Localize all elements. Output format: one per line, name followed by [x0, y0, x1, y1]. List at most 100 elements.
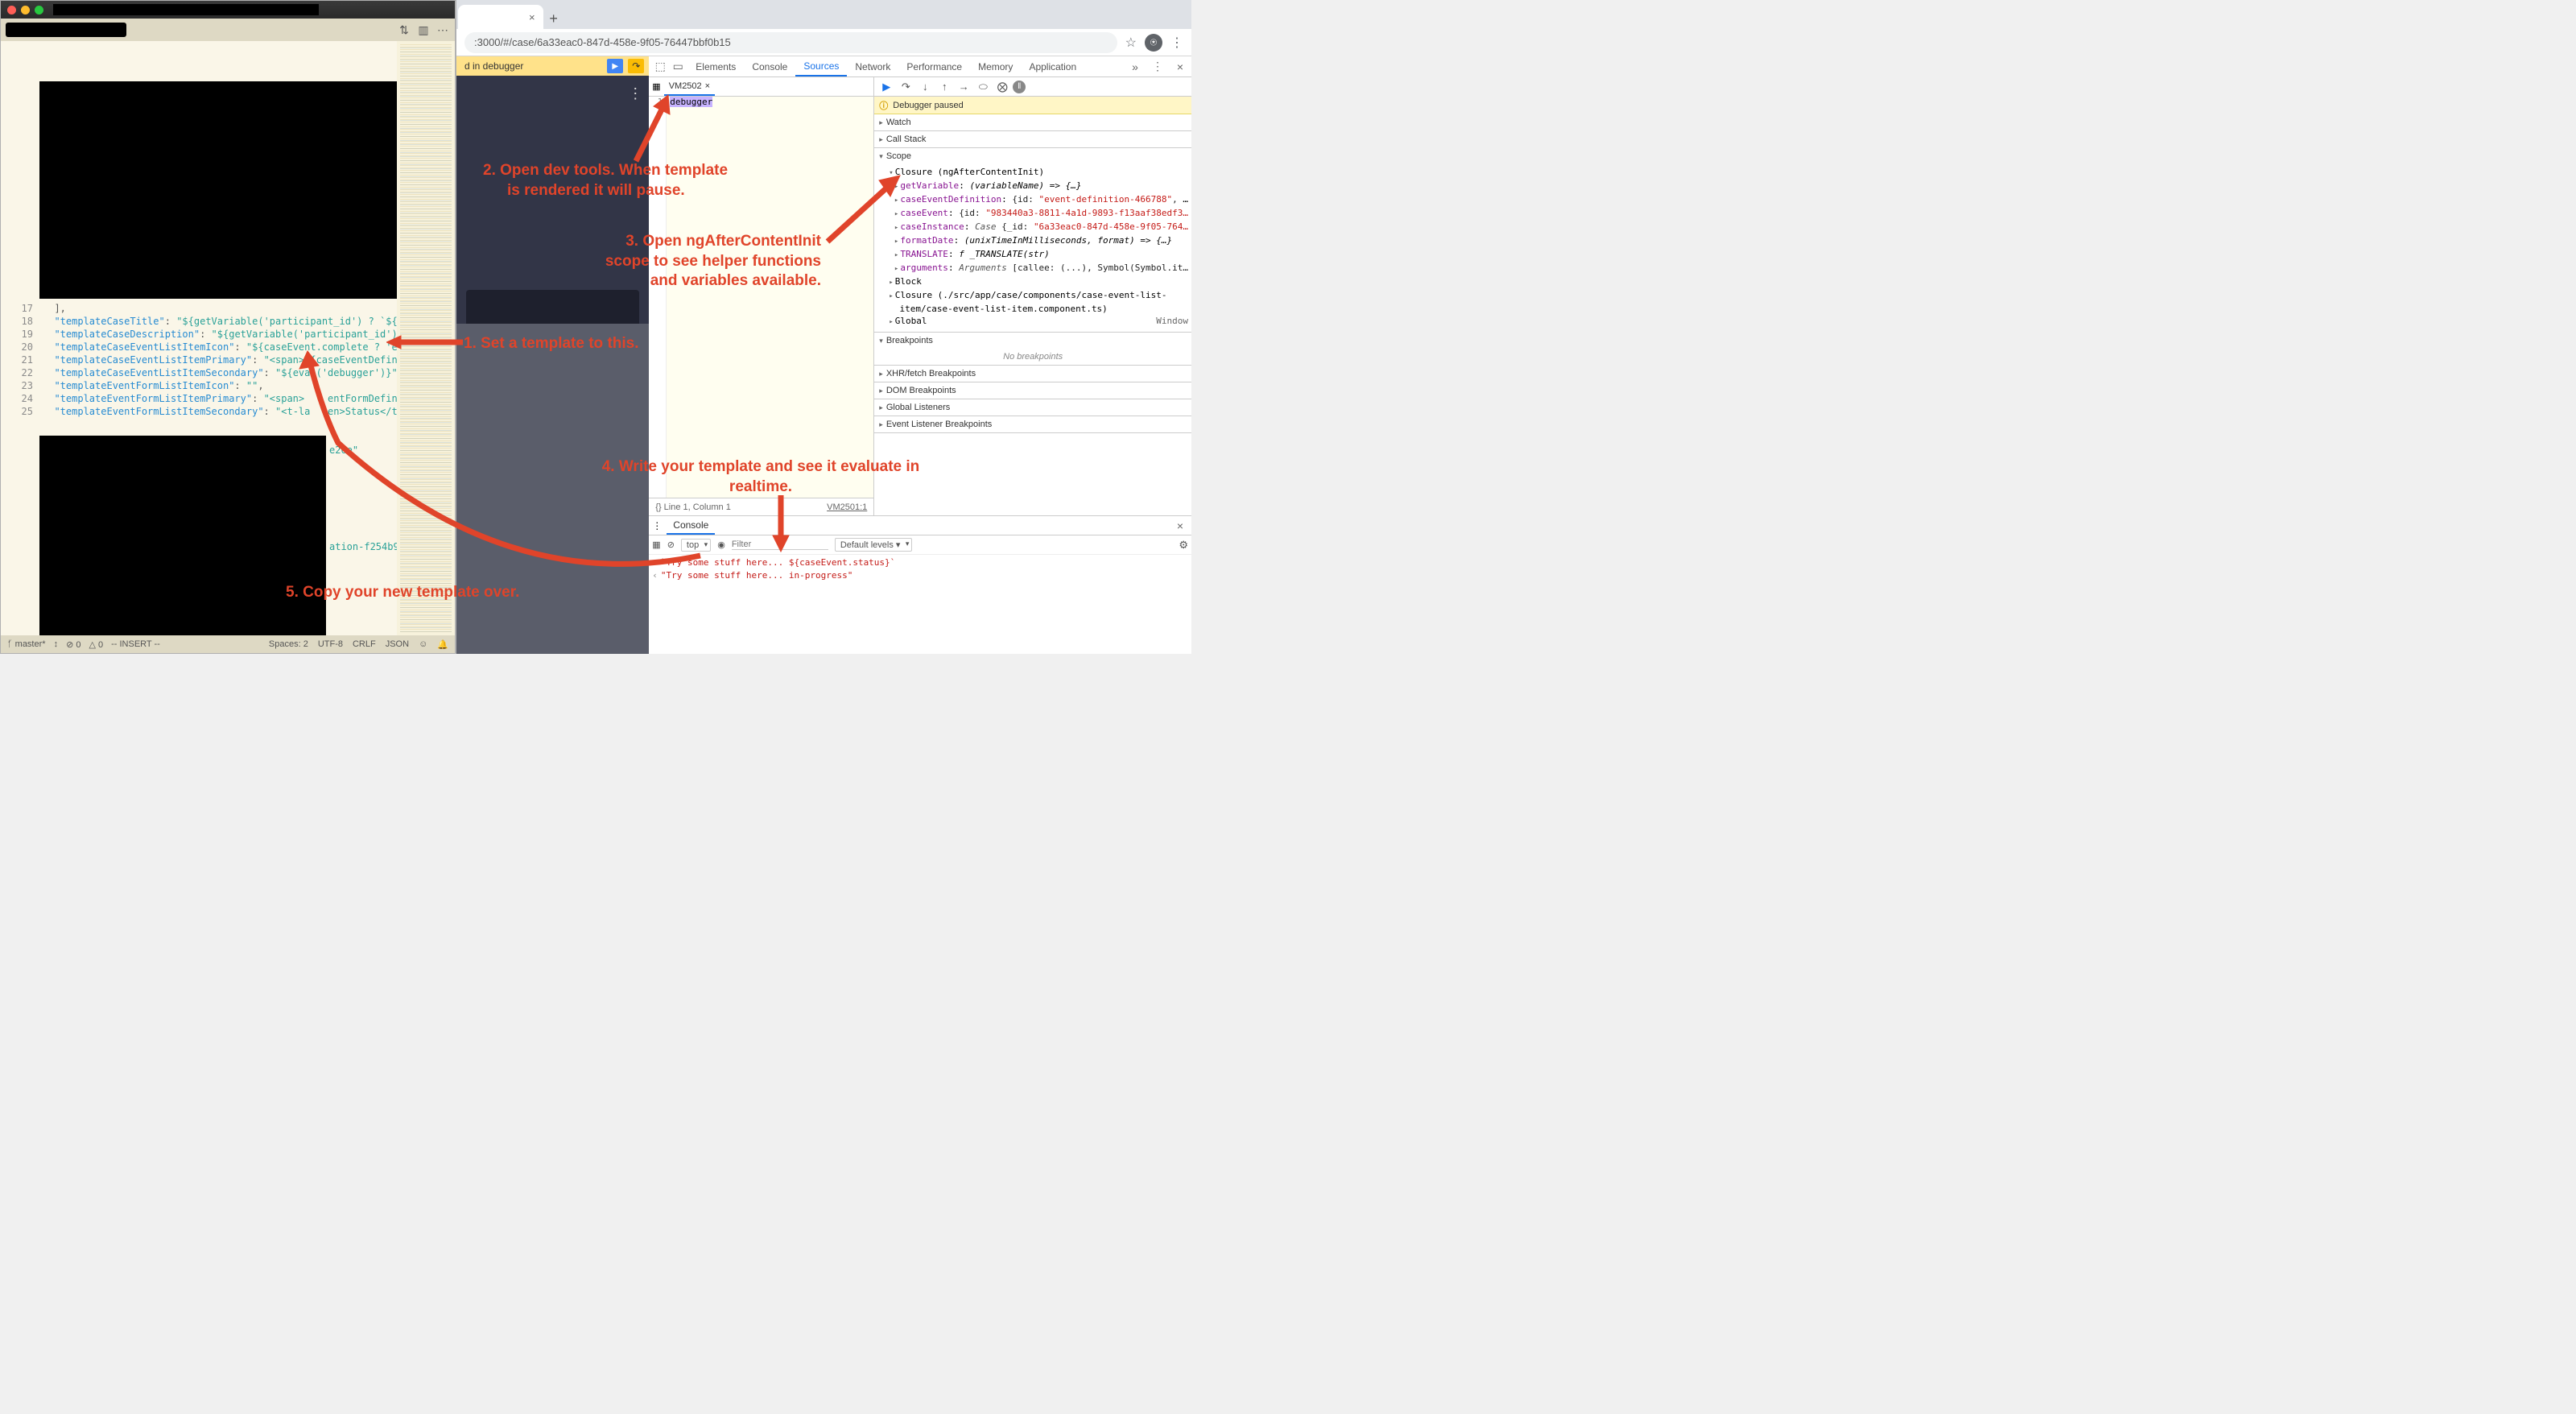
line-number: 24 [22, 392, 33, 405]
devtools-tab-sources[interactable]: Sources [795, 56, 847, 76]
code-line[interactable]: "templateCaseEventListItemIcon": "${case… [43, 341, 415, 354]
page-viewport: d in debugger ▶ ↷ ⋮ [456, 56, 649, 654]
code-line[interactable]: "templateEventFormListItemPrimary": "<sp… [43, 392, 415, 405]
menu-icon[interactable]: ⋮ [1170, 35, 1183, 51]
code-line[interactable]: "templateEventFormListItemIcon": "", [43, 379, 264, 392]
resume-icon[interactable]: ▶ [877, 80, 895, 94]
sync-icon[interactable]: ↕ [54, 639, 59, 649]
scope-var-getVariable[interactable]: ▸getVariable: (variableName) => {…} [889, 180, 1188, 193]
devtools-tab-performance[interactable]: Performance [898, 56, 970, 76]
step-out-icon[interactable]: ↑ [935, 80, 953, 94]
source-link[interactable]: VM2501:1 [827, 502, 867, 512]
close-tab-icon[interactable]: × [529, 11, 535, 23]
code-line[interactable]: "templateCaseDescription": "${getVariabl… [43, 328, 409, 341]
scope-closure-file[interactable]: item/case-event-list-item.component.ts) [889, 303, 1188, 315]
watch-pane[interactable]: ▸Watch [874, 114, 1191, 131]
debugger-paused-banner: Debugger paused [874, 97, 1191, 114]
more-icon[interactable]: ⋯ [436, 23, 450, 37]
levels-select[interactable]: Default levels ▾ [835, 538, 913, 552]
eye-icon[interactable]: ◉ [717, 540, 725, 550]
tabstrip: × + [456, 0, 1191, 29]
code-line[interactable]: "templateCaseEventListItemPrimary": "<sp… [43, 354, 415, 366]
console-tab[interactable]: Console [667, 516, 715, 535]
devtools-tab-network[interactable]: Network [847, 56, 898, 76]
context-select[interactable]: top [681, 539, 711, 552]
debugger-sidebar: ▶ ↷ ↓ ↑ → ⬭ ⨂ ‖ Debugger paused ▸Watch [874, 77, 1191, 515]
settings-icon[interactable]: ⋮ [1150, 60, 1166, 73]
scope-pane[interactable]: ▾Scope ▾Closure (ngAfterContentInit) ▸ge… [874, 148, 1191, 333]
close-icon[interactable] [7, 6, 16, 14]
scope-var-formatDate[interactable]: ▸formatDate: (unixTimeInMilliseconds, fo… [889, 234, 1188, 248]
more-tabs-icon[interactable]: » [1127, 60, 1143, 73]
close-drawer-icon[interactable]: × [1172, 519, 1188, 532]
warnings[interactable]: △ 0 [89, 639, 103, 650]
source-file-tab[interactable]: VM2502 × [664, 77, 715, 96]
resume-icon[interactable]: ▶ [607, 59, 623, 73]
bell-icon[interactable]: 🔔 [437, 639, 448, 650]
scope-block[interactable]: ▸Block [889, 275, 1188, 289]
step-icon[interactable]: → [955, 80, 972, 94]
address-bar: :3000/#/case/6a33eac0-847d-458e-9f05-764… [456, 29, 1191, 56]
minimize-icon[interactable] [21, 6, 30, 14]
code-line[interactable]: "templateEventFormListItemSecondary": "<… [43, 405, 415, 418]
url-input[interactable]: :3000/#/case/6a33eac0-847d-458e-9f05-764… [464, 32, 1117, 53]
callstack-pane[interactable]: ▸Call Stack [874, 131, 1191, 148]
inspect-icon[interactable]: ⬚ [652, 60, 668, 73]
step-over-icon[interactable]: ↷ [897, 80, 914, 94]
scope-var-caseEvent[interactable]: ▸caseEvent: {id: "983440a3-8811-4a1d-989… [889, 207, 1188, 221]
scope-global[interactable]: ▸GlobalWindow [889, 315, 1188, 329]
split-icon[interactable]: ▥ [416, 23, 431, 37]
clear-icon[interactable]: ⊘ [667, 540, 675, 550]
code-line[interactable]: "templateCaseEventListItemSecondary": "$… [43, 366, 403, 379]
navigator-icon[interactable]: ▦ [652, 81, 660, 92]
scope-closure[interactable]: ▾Closure (ngAfterContentInit) [889, 166, 1188, 180]
gear-icon[interactable]: ⚙ [1179, 539, 1188, 552]
paused-label: d in debugger [461, 60, 523, 72]
code-area[interactable]: ], "templateCaseTitle": "${getVariable('… [39, 41, 397, 635]
eol[interactable]: CRLF [353, 639, 376, 649]
device-icon[interactable]: ▭ [670, 60, 686, 73]
feedback-icon[interactable]: ☺ [419, 639, 427, 649]
star-icon[interactable]: ☆ [1125, 35, 1137, 51]
event-listener-bp-pane[interactable]: ▸Event Listener Breakpoints [874, 416, 1191, 433]
pause-icon[interactable]: ‖ [1013, 81, 1026, 93]
encoding[interactable]: UTF-8 [318, 639, 343, 649]
git-branch[interactable]: ᚶ master* [7, 639, 46, 649]
devtools-tab-console[interactable]: Console [744, 56, 795, 76]
deactivate-bp-icon[interactable]: ⬭ [974, 80, 992, 94]
sidebar-icon[interactable]: ▦ [652, 540, 660, 550]
scope-var-caseInstance[interactable]: ▸caseInstance: Case {_id: "6a33eac0-847d… [889, 221, 1188, 234]
devtools-tab-memory[interactable]: Memory [970, 56, 1021, 76]
dom-bp-pane[interactable]: ▸DOM Breakpoints [874, 382, 1191, 399]
compare-icon[interactable]: ⇅ [397, 23, 411, 37]
drawer-menu-icon[interactable]: ⋮ [652, 520, 662, 531]
close-icon[interactable]: × [705, 81, 710, 91]
breakpoints-pane[interactable]: ▾Breakpoints No breakpoints [874, 333, 1191, 366]
scope-var-arguments[interactable]: ▸arguments: Arguments [callee: (...), Sy… [889, 262, 1188, 275]
step-into-icon[interactable]: ↓ [916, 80, 934, 94]
step-icon[interactable]: ↷ [628, 59, 644, 73]
code-line[interactable]: ], [43, 302, 66, 315]
console-body[interactable]: › `Try some stuff here... ${caseEvent.st… [649, 555, 1191, 654]
new-tab-button[interactable]: + [543, 8, 564, 29]
profile-icon[interactable]: ⍟ [1145, 34, 1162, 52]
xhr-bp-pane[interactable]: ▸XHR/fetch Breakpoints [874, 366, 1191, 382]
global-listeners-pane[interactable]: ▸Global Listeners [874, 399, 1191, 416]
language-mode[interactable]: JSON [386, 639, 409, 649]
devtools-tab-application[interactable]: Application [1021, 56, 1084, 76]
indent[interactable]: Spaces: 2 [269, 639, 308, 649]
scope-var-caseEventDefinition[interactable]: ▸caseEventDefinition: {id: "event-defini… [889, 193, 1188, 207]
minimap[interactable] [397, 41, 455, 635]
devtools-tab-elements[interactable]: Elements [687, 56, 744, 76]
code-line[interactable]: "templateCaseTitle": "${getVariable('par… [43, 315, 415, 328]
scope-closure-file[interactable]: ▸Closure (./src/app/case/components/case… [889, 289, 1188, 303]
errors[interactable]: ⊘ 0 [66, 639, 80, 650]
maximize-icon[interactable] [35, 6, 43, 14]
pause-exceptions-icon[interactable]: ⨂ [993, 80, 1011, 94]
close-devtools-icon[interactable]: × [1172, 60, 1188, 73]
scope-var-TRANSLATE[interactable]: ▸TRANSLATE: f _TRANSLATE(str) [889, 248, 1188, 262]
filter-input[interactable] [732, 540, 828, 550]
browser-tab[interactable]: × [458, 5, 543, 29]
source-code[interactable]: 1 debugger [649, 97, 873, 498]
app-menu-icon[interactable]: ⋮ [628, 85, 642, 102]
